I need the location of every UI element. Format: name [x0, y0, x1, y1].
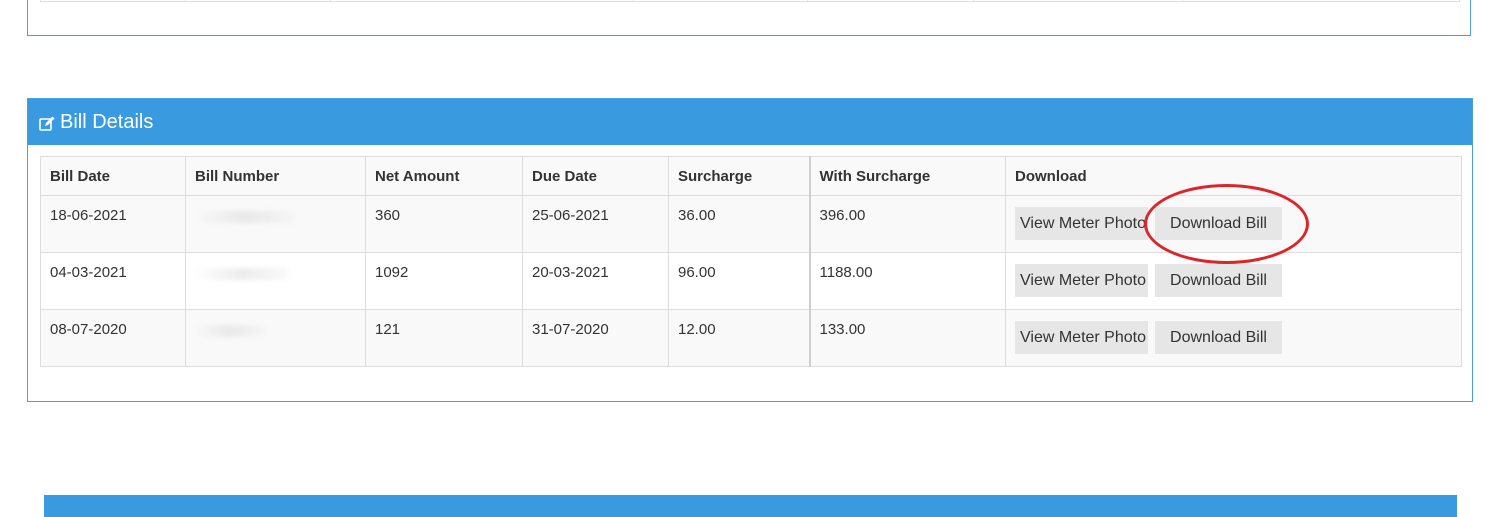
previous-table-column-divider — [185, 0, 186, 2]
cell-due-date: 20-03-2021 — [522, 252, 669, 310]
column-header-bill-number: Bill Number — [185, 156, 366, 196]
cell-bill-number — [185, 309, 366, 367]
cell-with-surcharge: 1188.00 — [808, 252, 1006, 310]
previous-panel — [27, 0, 1471, 36]
download-bill-button[interactable]: Download Bill — [1155, 264, 1282, 297]
cell-bill-date: 04-03-2021 — [40, 252, 186, 310]
bill-details-title: Bill Details — [60, 110, 154, 133]
column-header-with-surcharge: With Surcharge — [808, 156, 1006, 196]
cell-net-amount: 121 — [365, 309, 523, 367]
table-header-row: Bill Date Bill Number Net Amount Due Dat… — [40, 156, 1462, 196]
table-row: 18-06-2021 360 25-06-2021 36.00 396.00 V… — [40, 195, 1462, 253]
previous-table-column-divider — [1182, 0, 1183, 2]
table-row: 04-03-2021 1092 20-03-2021 96.00 1188.00… — [40, 252, 1462, 310]
redacted-bill-number — [195, 325, 265, 337]
previous-table-column-divider — [807, 0, 808, 2]
previous-table-column-divider — [973, 0, 974, 2]
next-panel-heading — [44, 495, 1457, 517]
bill-details-heading: Bill Details — [28, 99, 1472, 145]
edit-icon — [39, 115, 55, 131]
cell-download: View Meter Photo Download Bill — [1005, 309, 1462, 367]
column-header-due-date: Due Date — [522, 156, 669, 196]
view-meter-photo-button[interactable]: View Meter Photo — [1015, 207, 1148, 240]
bill-details-table: Bill Date Bill Number Net Amount Due Dat… — [40, 156, 1462, 367]
cell-surcharge: 36.00 — [668, 195, 810, 253]
previous-table-bottom — [40, 0, 1460, 2]
cell-with-surcharge: 396.00 — [808, 195, 1006, 253]
cell-download: View Meter Photo Download Bill — [1005, 195, 1462, 253]
column-header-net-amount: Net Amount — [365, 156, 523, 196]
cell-surcharge: 12.00 — [668, 309, 810, 367]
previous-table-column-divider — [633, 0, 634, 2]
cell-bill-date: 08-07-2020 — [40, 309, 186, 367]
cell-due-date: 31-07-2020 — [522, 309, 669, 367]
cell-net-amount: 360 — [365, 195, 523, 253]
bill-details-panel: Bill Details Bill Date Bill Number Net A… — [27, 98, 1473, 402]
column-header-download: Download — [1005, 156, 1462, 196]
view-meter-photo-button[interactable]: View Meter Photo — [1015, 321, 1148, 354]
cell-bill-date: 18-06-2021 — [40, 195, 186, 253]
cell-bill-number — [185, 252, 366, 310]
view-meter-photo-button[interactable]: View Meter Photo — [1015, 264, 1148, 297]
download-bill-button[interactable]: Download Bill — [1155, 207, 1282, 240]
table-row: 08-07-2020 121 31-07-2020 12.00 133.00 V… — [40, 309, 1462, 367]
cell-surcharge: 96.00 — [668, 252, 810, 310]
column-header-surcharge: Surcharge — [668, 156, 810, 196]
cell-with-surcharge: 133.00 — [808, 309, 1006, 367]
redacted-bill-number — [195, 268, 290, 280]
download-bill-button[interactable]: Download Bill — [1155, 321, 1282, 354]
previous-table-column-divider — [330, 0, 331, 2]
cell-due-date: 25-06-2021 — [522, 195, 669, 253]
cell-bill-number — [185, 195, 366, 253]
cell-net-amount: 1092 — [365, 252, 523, 310]
cell-download: View Meter Photo Download Bill — [1005, 252, 1462, 310]
column-header-bill-date: Bill Date — [40, 156, 186, 196]
redacted-bill-number — [195, 211, 295, 223]
